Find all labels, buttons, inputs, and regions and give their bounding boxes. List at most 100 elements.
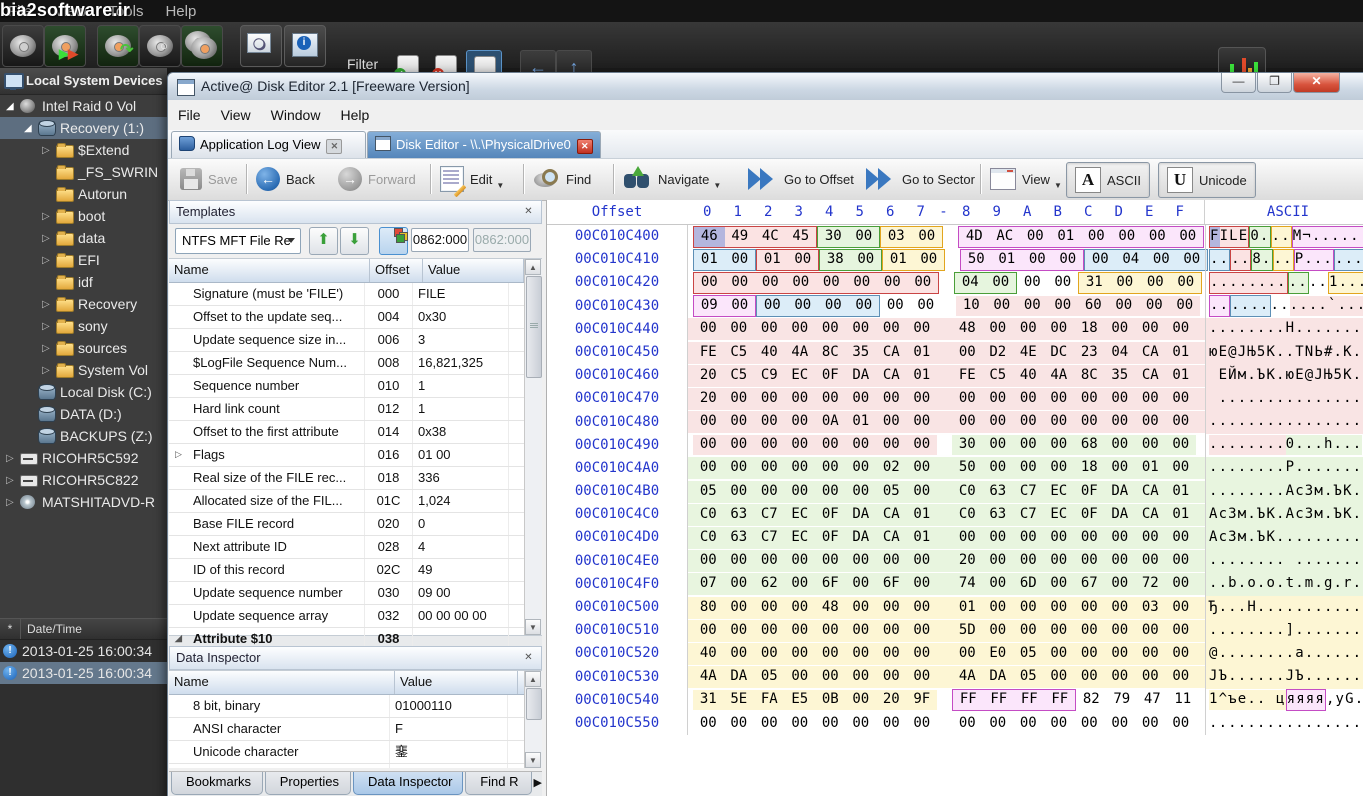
hex-byte[interactable]: 00	[754, 551, 785, 570]
hex-byte[interactable]: DA	[1105, 482, 1136, 501]
ascii-area[interactable]: ............1...	[1205, 271, 1363, 295]
hex-byte[interactable]: 00	[1044, 598, 1075, 617]
sidebar-item-fs-swrin[interactable]: _FS_SWRIN	[0, 161, 167, 183]
hex-bytes-area[interactable]: 31 5E FA E5 0B 00 20 9F FF FF FF FF 82 79 47 11	[688, 689, 1205, 712]
hex-byte[interactable]: 00	[846, 644, 877, 663]
hex-byte[interactable]: C5	[724, 343, 755, 362]
expand-icon[interactable]: ▷	[42, 140, 54, 161]
tab-disk-editor[interactable]: Disk Editor - \\.\PhysicalDrive0 ✕	[367, 131, 601, 158]
hex-byte[interactable]: 00	[1022, 250, 1053, 269]
sidebar-item-backups-z[interactable]: BACKUPS (Z:)	[0, 425, 167, 447]
hex-byte[interactable]: 00	[1017, 273, 1048, 292]
hex-byte[interactable]: 63	[983, 482, 1014, 501]
hex-byte[interactable]: 4A	[1044, 366, 1075, 385]
hex-byte[interactable]: DA	[846, 366, 877, 385]
hex-byte[interactable]: 00	[1166, 528, 1197, 547]
hex-byte[interactable]: 00	[1105, 412, 1136, 431]
hex-byte[interactable]: 01	[1166, 482, 1197, 501]
hex-byte[interactable]: 00	[846, 621, 877, 640]
hex-byte[interactable]: 00	[815, 389, 846, 408]
hex-byte[interactable]: 4C	[755, 227, 786, 246]
hex-byte[interactable]: 00	[785, 482, 816, 501]
hex-byte[interactable]: 00	[983, 714, 1014, 733]
hex-byte[interactable]: 00	[1044, 412, 1075, 431]
hex-byte[interactable]: 00	[693, 319, 724, 338]
hex-byte[interactable]: 63	[983, 505, 1014, 524]
hex-byte[interactable]: 63	[724, 505, 755, 524]
hex-byte[interactable]: 00	[983, 528, 1014, 547]
hex-byte[interactable]: 00	[986, 273, 1017, 292]
hex-byte[interactable]: 00	[876, 435, 907, 454]
hex-byte[interactable]: 00	[1166, 667, 1197, 686]
hex-byte[interactable]: 00	[724, 551, 755, 570]
hex-byte[interactable]: 31	[693, 690, 724, 709]
template-field-row[interactable]: $LogFile Sequence Num... 008 16,821,325	[169, 352, 542, 375]
hex-byte[interactable]: DC	[1044, 343, 1075, 362]
hex-byte[interactable]: 01	[1166, 343, 1197, 362]
hex-byte[interactable]: 00	[1013, 412, 1044, 431]
hex-byte[interactable]: 9F	[907, 690, 938, 709]
hex-byte[interactable]: 67	[1074, 574, 1105, 593]
hex-byte[interactable]: 00	[952, 343, 983, 362]
hex-byte[interactable]: 00	[724, 714, 755, 733]
hex-byte[interactable]: 00	[907, 389, 938, 408]
hex-byte[interactable]: 00	[816, 273, 847, 292]
hex-byte[interactable]: 20	[876, 690, 907, 709]
hex-byte[interactable]: 00	[754, 389, 785, 408]
hex-byte[interactable]: CA	[876, 528, 907, 547]
hex-row[interactable]: 00C010C470 20 00 00 00 00 00 00 00 00 00 00 00 00 00 00…	[547, 387, 1363, 411]
hex-byte[interactable]: 07	[693, 574, 724, 593]
template-field-row[interactable]: Allocated size of the FIL... 01C 1,024	[169, 490, 542, 513]
hex-byte[interactable]: 00	[1135, 412, 1166, 431]
hex-byte[interactable]: 00	[786, 273, 817, 292]
hex-byte[interactable]: 18	[1074, 458, 1105, 477]
scroll-up-icon[interactable]: ▲	[525, 259, 541, 275]
hex-byte[interactable]: 00	[1105, 551, 1136, 570]
hex-byte[interactable]: 00	[952, 644, 983, 663]
hex-byte[interactable]: 35	[1105, 366, 1136, 385]
hex-byte[interactable]: 00	[983, 319, 1014, 338]
ascii-area[interactable]: F ILE 0... M¬......	[1205, 225, 1363, 249]
hex-byte[interactable]: 23	[1074, 343, 1105, 362]
hex-byte[interactable]: 01	[952, 598, 983, 617]
hex-byte[interactable]: 20	[952, 551, 983, 570]
hex-byte[interactable]: 00	[785, 319, 816, 338]
open-disk-button[interactable]	[2, 25, 44, 67]
hex-bytes-area[interactable]: 00 00 00 00 00 00 00 00 00 00 00 00 00 00 00 00	[688, 713, 1205, 735]
hex-byte[interactable]: 30	[952, 435, 983, 454]
hex-byte[interactable]: 00	[1074, 714, 1105, 733]
preview-button[interactable]: 🔾	[240, 25, 282, 67]
dock-tab-bookmarks[interactable]: Bookmarks	[171, 772, 263, 795]
hex-byte[interactable]: 00	[1135, 435, 1166, 454]
hex-row[interactable]: 00C010C500 80 00 00 00 48 00 00 00 01 00 00 00 00 00 03…	[547, 596, 1363, 620]
hex-byte[interactable]: 00	[876, 551, 907, 570]
hex-row[interactable]: 00C010C550 00 00 00 00 00 00 00 00 00 00 00 00 00 00 00…	[547, 711, 1363, 736]
hex-byte[interactable]: 00	[724, 458, 755, 477]
hex-byte[interactable]: 00	[1053, 250, 1084, 269]
hex-byte[interactable]: 04	[1105, 343, 1136, 362]
sidebar-item-local-disk-c[interactable]: Local Disk (C:)	[0, 381, 167, 403]
ascii-area[interactable]: JЪ......JЪ......	[1205, 665, 1363, 689]
hex-byte[interactable]: 4E	[1013, 343, 1044, 362]
tab-application-log[interactable]: Application Log View ✕	[171, 131, 366, 158]
hex-byte[interactable]: 00	[983, 551, 1014, 570]
ascii-toggle-button[interactable]: A ASCII	[1066, 162, 1150, 198]
hex-byte[interactable]: 38	[820, 250, 851, 269]
hex-byte[interactable]: 00	[1135, 667, 1166, 686]
hex-byte[interactable]: 11	[1168, 690, 1199, 709]
hex-byte[interactable]: 46	[694, 227, 725, 246]
hex-byte[interactable]: 00	[1074, 621, 1105, 640]
hex-bytes-area[interactable]: 00 00 00 00 00 00 00 00 30 00 00 00 68 00 00 00	[688, 434, 1205, 456]
ascii-area[interactable]: Ђ...H...........	[1205, 596, 1363, 620]
hex-row[interactable]: 00C010C410 01 00 01 00 38 00 01 00 50 01 00 00 00 04 00…	[547, 248, 1363, 272]
hex-byte[interactable]: 40	[754, 343, 785, 362]
hex-byte[interactable]: 00	[1142, 227, 1173, 246]
hex-editor-view[interactable]: Offset 01234567-89ABCDEF ASCII 00C010C40…	[546, 200, 1363, 796]
hex-byte[interactable]: 00	[1013, 435, 1044, 454]
hex-byte[interactable]: 00	[1013, 621, 1044, 640]
prev-record-button[interactable]: ⬆	[309, 227, 338, 255]
hex-byte[interactable]: 0F	[815, 366, 846, 385]
hex-byte[interactable]: 00	[1013, 714, 1044, 733]
hex-byte[interactable]: 00	[1135, 714, 1166, 733]
hex-byte[interactable]: 4A	[785, 343, 816, 362]
